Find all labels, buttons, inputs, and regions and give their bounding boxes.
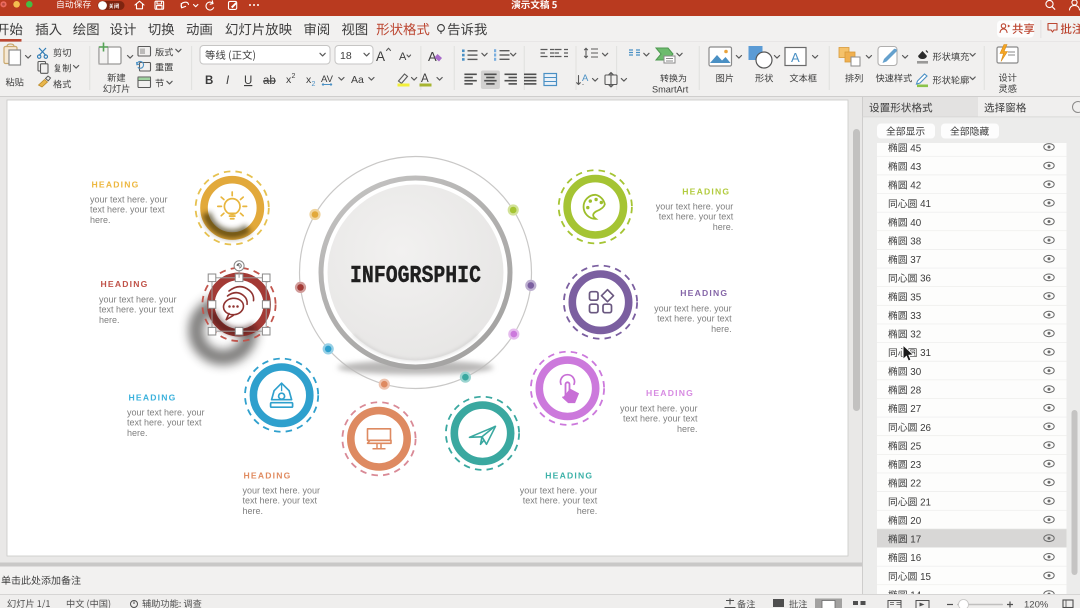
- svg-text:15: 15: [920, 572, 931, 583]
- svg-text:42: 42: [910, 181, 921, 192]
- svg-text:31: 31: [920, 348, 931, 359]
- svg-text:text here. your text: text here. your text: [523, 496, 598, 506]
- svg-text:ab: ab: [263, 75, 276, 87]
- svg-text:26: 26: [920, 423, 931, 434]
- svg-text:here.: here.: [713, 222, 734, 232]
- svg-text:text here. your text: text here. your text: [623, 414, 698, 424]
- svg-text:here.: here.: [711, 324, 732, 334]
- svg-text:A: A: [399, 51, 407, 63]
- svg-text:HEADING: HEADING: [680, 288, 728, 298]
- svg-text:HEADING: HEADING: [545, 470, 593, 480]
- svg-text:your text here. your: your text here. your: [656, 201, 734, 211]
- svg-text:text here. your text: text here. your text: [659, 212, 734, 222]
- svg-text:41: 41: [920, 199, 931, 210]
- svg-text:text here. your text: text here. your text: [90, 205, 165, 215]
- svg-text:your text here. your: your text here. your: [620, 403, 698, 413]
- svg-text:your text here. your: your text here. your: [127, 407, 205, 417]
- svg-text:HEADING: HEADING: [101, 279, 149, 289]
- svg-text:U: U: [244, 75, 252, 87]
- svg-text:Aa: Aa: [351, 74, 364, 86]
- svg-text:text here. your text: text here. your text: [243, 496, 318, 506]
- svg-text:35: 35: [910, 292, 921, 303]
- svg-text:INFOGRSPHIC: INFOGRSPHIC: [350, 263, 481, 290]
- svg-text:text here. your text: text here. your text: [127, 418, 202, 428]
- svg-text:2: 2: [292, 73, 296, 80]
- svg-text:38: 38: [910, 236, 921, 247]
- svg-text:HEADING: HEADING: [244, 470, 292, 480]
- svg-text:your text here. your: your text here. your: [243, 485, 321, 495]
- svg-text:32: 32: [910, 330, 921, 341]
- svg-text:here.: here.: [127, 428, 148, 438]
- svg-text:120%: 120%: [1024, 600, 1049, 608]
- svg-text:40: 40: [910, 218, 921, 229]
- svg-text:here.: here.: [677, 424, 698, 434]
- svg-text:21: 21: [920, 497, 931, 508]
- svg-text:16: 16: [910, 553, 921, 564]
- svg-text:43: 43: [910, 162, 921, 173]
- svg-text:A: A: [376, 49, 385, 64]
- svg-text:here.: here.: [577, 506, 598, 516]
- svg-text:your text here. your: your text here. your: [99, 294, 177, 304]
- svg-text:SmartArt: SmartArt: [652, 85, 689, 95]
- svg-text:A: A: [421, 73, 429, 85]
- svg-text:17: 17: [910, 535, 921, 546]
- svg-text:text here. your text: text here. your text: [99, 305, 174, 315]
- svg-text:A: A: [582, 73, 589, 84]
- svg-text:30: 30: [910, 367, 921, 378]
- svg-text:here.: here.: [99, 315, 120, 325]
- svg-text:HEADING: HEADING: [129, 392, 177, 402]
- svg-text:23: 23: [910, 460, 921, 471]
- svg-text:here.: here.: [243, 506, 264, 516]
- svg-text:36: 36: [920, 274, 931, 285]
- svg-text:18: 18: [340, 50, 352, 62]
- svg-text:HEADING: HEADING: [646, 388, 694, 398]
- svg-text:33: 33: [910, 311, 921, 322]
- svg-text:28: 28: [910, 386, 921, 397]
- svg-text:A: A: [791, 50, 800, 65]
- svg-text:text here. your text: text here. your text: [657, 314, 732, 324]
- svg-text:20: 20: [910, 516, 921, 527]
- svg-text:here.: here.: [90, 215, 111, 225]
- svg-text:27: 27: [910, 404, 921, 415]
- svg-text:B: B: [205, 75, 213, 87]
- svg-text:your text here. your: your text here. your: [520, 485, 598, 495]
- svg-text:2: 2: [312, 81, 316, 88]
- svg-text:HEADING: HEADING: [92, 179, 140, 189]
- svg-text:22: 22: [910, 479, 921, 490]
- svg-text:HEADING: HEADING: [682, 186, 730, 196]
- svg-text:37: 37: [910, 255, 921, 266]
- svg-text:your text here. your: your text here. your: [654, 303, 732, 313]
- svg-text:45: 45: [910, 143, 921, 154]
- svg-text:your text here. your: your text here. your: [90, 194, 168, 204]
- svg-text:25: 25: [910, 441, 921, 452]
